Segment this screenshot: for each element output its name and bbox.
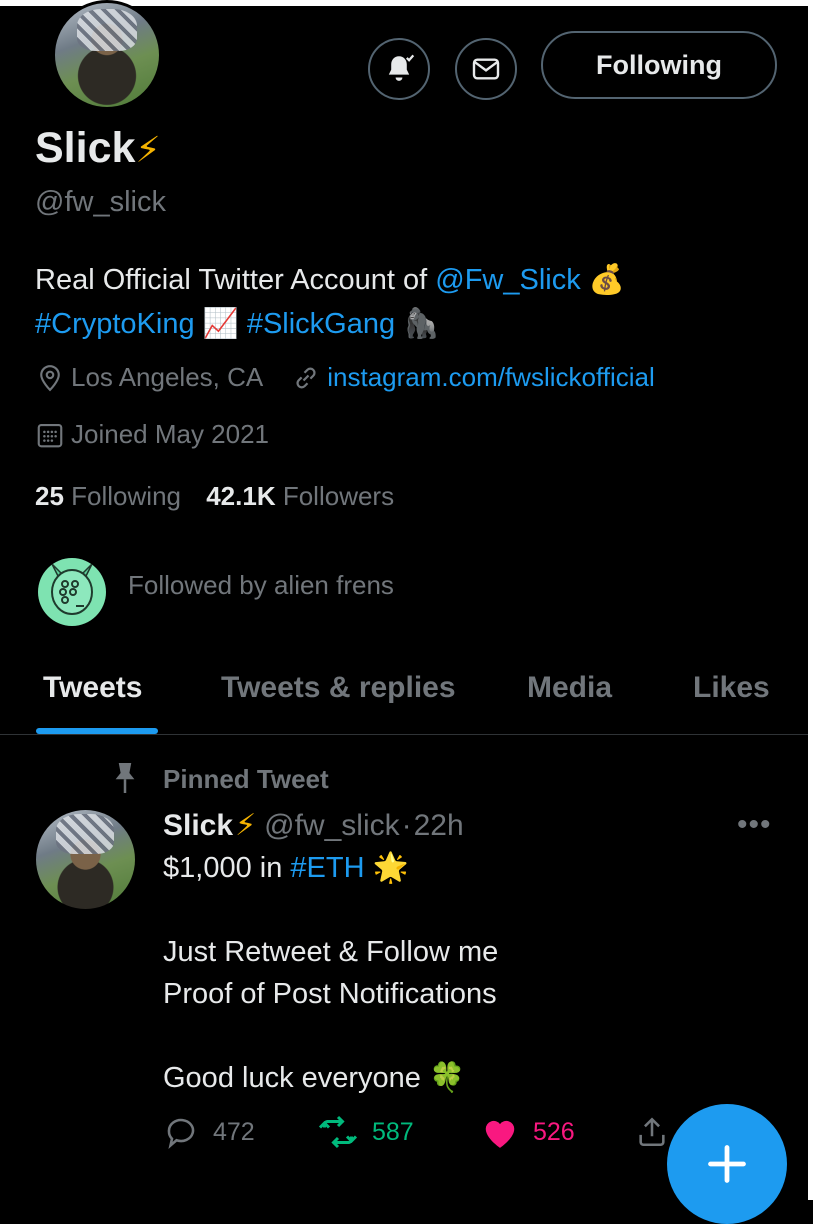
lightning-emoji: ⚡ bbox=[135, 129, 161, 170]
joined-text: Joined May 2021 bbox=[71, 419, 270, 449]
like-action[interactable]: 526 bbox=[481, 1114, 575, 1150]
retweet-action[interactable]: 587 bbox=[318, 1114, 414, 1150]
like-count: 526 bbox=[533, 1117, 575, 1146]
following-count: 25 bbox=[35, 481, 64, 511]
followers-label: Followers bbox=[282, 481, 395, 511]
tweet-author-avatar[interactable] bbox=[36, 810, 135, 909]
message-button[interactable] bbox=[455, 38, 517, 100]
money-bag-emoji: 💰 bbox=[588, 264, 625, 296]
tweet-author-handle[interactable]: @fw_slick bbox=[264, 809, 399, 843]
tab-tweets[interactable]: Tweets bbox=[43, 671, 142, 705]
hashtag-cryptoking-link[interactable]: #CryptoKing bbox=[35, 308, 195, 340]
tweet-author-name[interactable]: Slick bbox=[163, 809, 233, 843]
reply-action[interactable]: 472 bbox=[163, 1114, 255, 1150]
tweet-separator: · bbox=[401, 809, 412, 842]
location-text: Los Angeles, CA bbox=[71, 362, 264, 392]
followers-stat[interactable]: 42.1K Followers bbox=[206, 481, 394, 511]
tweet-line-3: Proof of Post Notifications bbox=[163, 978, 497, 1010]
hashtag-eth-link[interactable]: #ETH bbox=[290, 852, 364, 884]
follow-stats: 25 Following 42.1K Followers bbox=[35, 481, 394, 512]
share-icon bbox=[639, 1117, 665, 1147]
tweet-lightning-emoji: ⚡ bbox=[235, 809, 257, 842]
bell-subscribed-icon bbox=[388, 54, 415, 81]
tweet-more-button[interactable]: ••• bbox=[737, 808, 772, 842]
star-emoji: 🌟 bbox=[372, 852, 409, 884]
profile-bio: Real Official Twitter Account of @Fw_Sli… bbox=[35, 258, 755, 346]
hashtag-slickgang-link[interactable]: #SlickGang bbox=[247, 308, 395, 340]
alien-icon bbox=[51, 563, 93, 615]
link-icon bbox=[296, 367, 316, 388]
tweet-time[interactable]: 22h bbox=[414, 809, 464, 843]
reply-count: 472 bbox=[213, 1117, 255, 1146]
following-label: Following bbox=[71, 481, 181, 511]
tweet-line-1: $1,000 in #ETH 🌟 bbox=[163, 847, 763, 889]
alien-avatar[interactable] bbox=[38, 558, 106, 626]
retweet-count: 587 bbox=[372, 1117, 414, 1146]
profile-tabs: Tweets Tweets & replies Media Likes bbox=[0, 660, 808, 734]
tweet-line-1-text: $1,000 in bbox=[163, 852, 291, 884]
chart-emoji: 📈 bbox=[202, 308, 239, 340]
following-button[interactable]: Following bbox=[541, 31, 777, 99]
compose-tweet-button[interactable] bbox=[667, 1104, 787, 1224]
tabs-divider bbox=[0, 734, 808, 735]
mail-icon bbox=[472, 58, 500, 80]
following-stat[interactable]: 25 Following bbox=[35, 481, 181, 511]
profile-name-text: Slick bbox=[35, 124, 136, 172]
notifications-button[interactable] bbox=[368, 38, 430, 100]
location-website-row: Los Angeles, CA instagram.com/fwslickoff… bbox=[35, 362, 655, 393]
tweet-text: $1,000 in #ETH 🌟 Just Retweet & Follow m… bbox=[163, 847, 763, 1099]
retweet-icon bbox=[318, 1115, 358, 1149]
bio-mention-link[interactable]: @Fw_Slick bbox=[435, 264, 580, 296]
tweet-line-2: Just Retweet & Follow me bbox=[163, 936, 499, 968]
tab-likes[interactable]: Likes bbox=[693, 671, 770, 705]
tweet-line-4-text: Good luck everyone bbox=[163, 1062, 429, 1094]
reply-icon bbox=[167, 1118, 195, 1150]
tab-media[interactable]: Media bbox=[527, 671, 612, 705]
profile-handle: @fw_slick bbox=[35, 186, 166, 218]
joined-row: Joined May 2021 bbox=[35, 419, 269, 450]
location-icon bbox=[40, 364, 60, 391]
pin-icon bbox=[115, 763, 135, 793]
pinned-tweet-label: Pinned Tweet bbox=[163, 764, 329, 794]
profile-name: Slick⚡ bbox=[35, 124, 161, 173]
tweet-header: Slick ⚡ @fw_slick · 22h bbox=[163, 808, 464, 843]
right-edge bbox=[808, 0, 813, 1200]
profile-avatar[interactable] bbox=[52, 0, 162, 110]
compose-plus-icon bbox=[708, 1145, 746, 1183]
tweet-line-4: Good luck everyone 🍀 bbox=[163, 1057, 763, 1099]
heart-icon bbox=[485, 1120, 515, 1148]
calendar-icon bbox=[37, 423, 63, 447]
tab-tweets-replies[interactable]: Tweets & replies bbox=[221, 671, 456, 705]
website-link[interactable]: instagram.com/fwslickofficial bbox=[327, 362, 655, 393]
gorilla-emoji: 🦍 bbox=[403, 308, 440, 340]
followers-count: 42.1K bbox=[206, 481, 276, 511]
clover-emoji: 🍀 bbox=[428, 1062, 466, 1094]
bio-text: Real Official Twitter Account of bbox=[35, 264, 436, 296]
followed-by-text[interactable]: Followed by alien frens bbox=[128, 570, 394, 601]
